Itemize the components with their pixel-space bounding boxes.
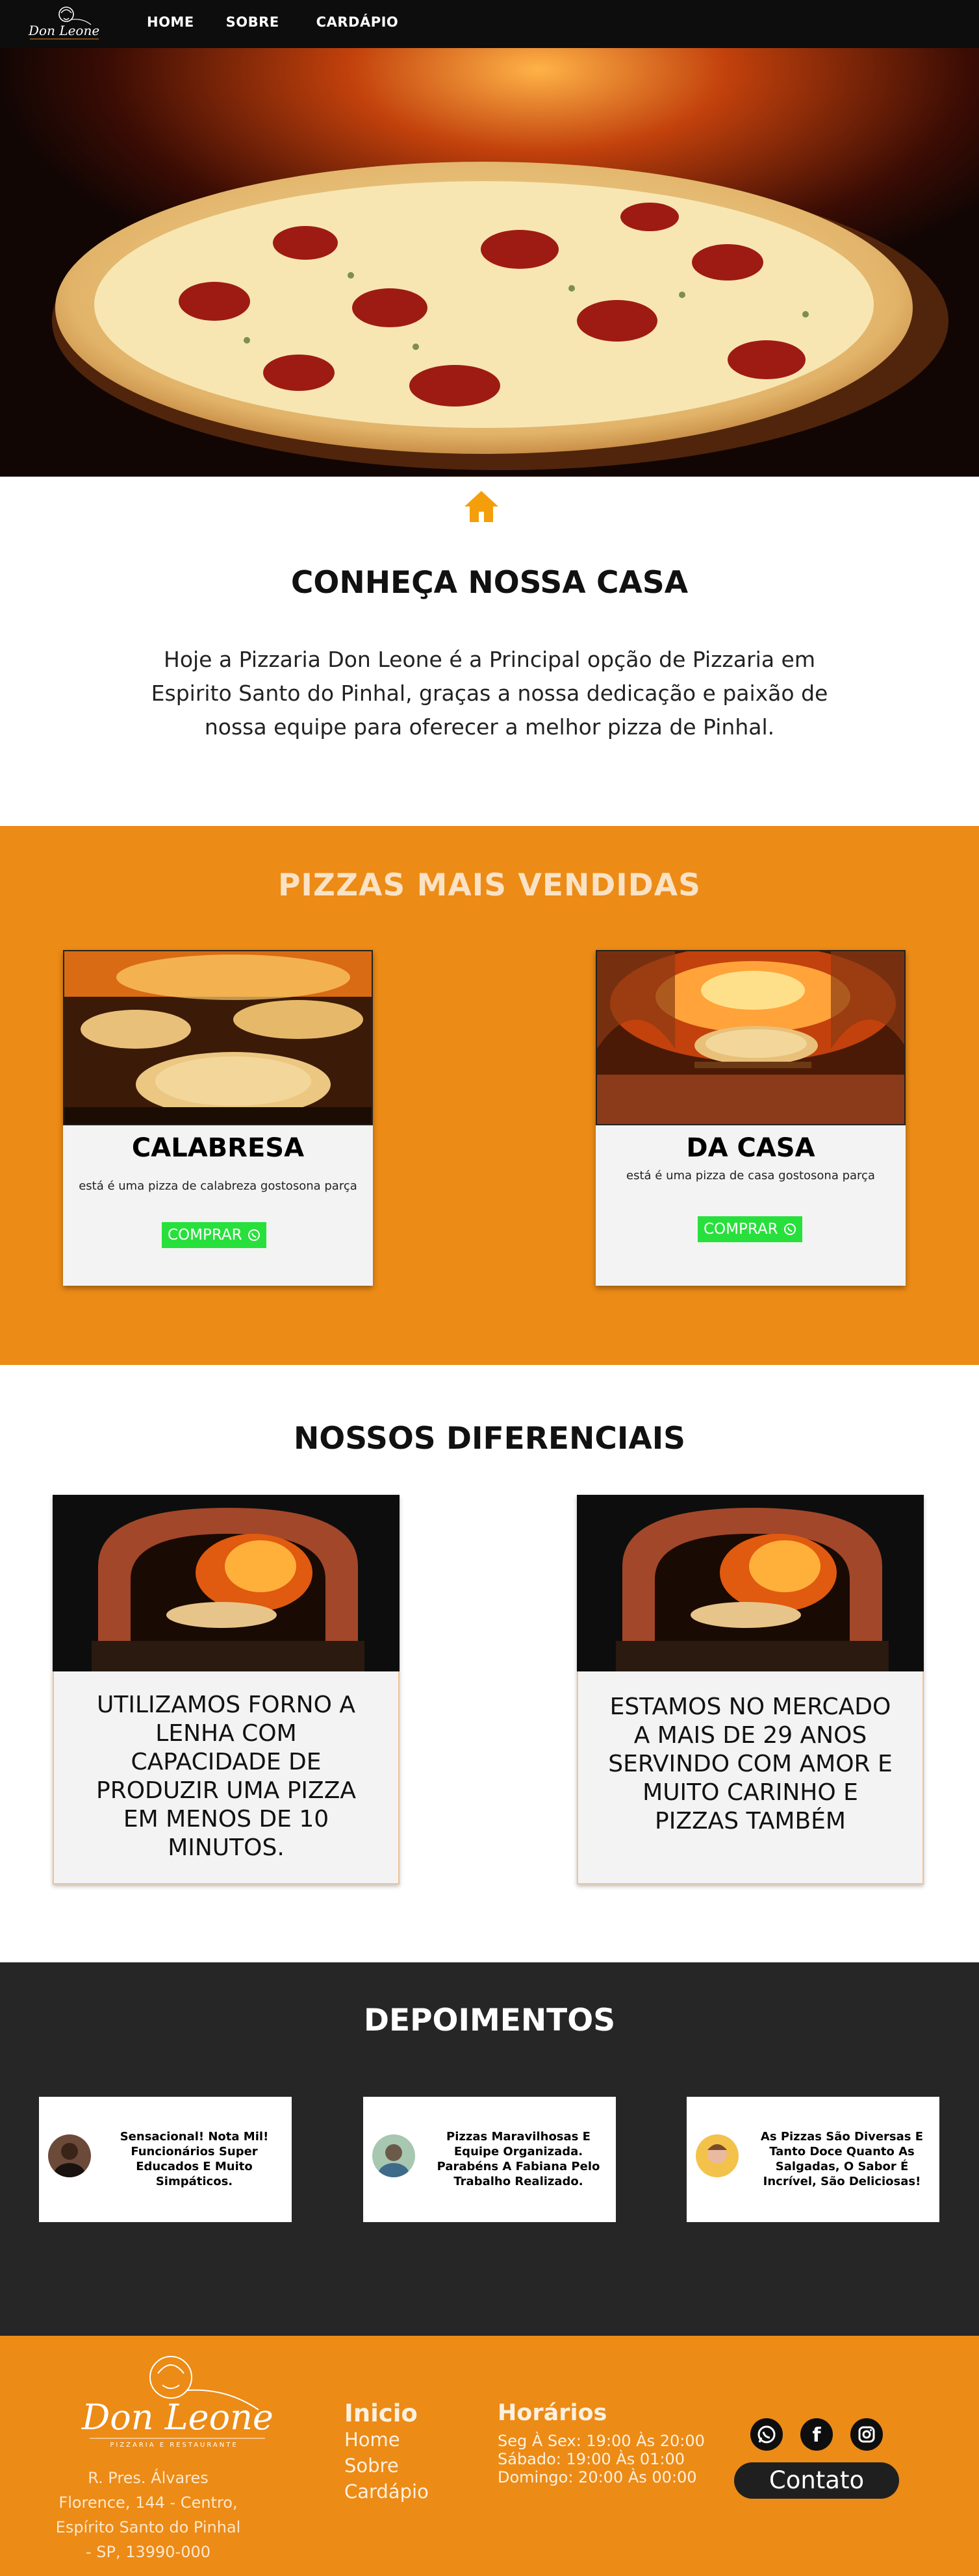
whatsapp-icon [783,1223,796,1235]
testimonial-text: Pizzas Maravilhosas E Equipe Organizada.… [437,2130,600,2188]
don-leone-logo[interactable]: Don Leone [26,4,104,44]
avatar [48,2134,91,2177]
footer-address: R. Pres. Álvares Florence, 144 - Centro,… [55,2469,241,2561]
pizza-da-casa-image [596,950,906,1125]
testimonial-card: Sensacional! Nota Mil! Funcionários Supe… [39,2097,292,2222]
testimonial-card: Pizzas Maravilhosas E Equipe Organizada.… [363,2097,616,2222]
buy-button-label: COMPRAR [704,1221,778,1238]
whatsapp-icon[interactable] [750,2418,783,2451]
footer-logo-subtitle: PIZZARIA E RESTAURANTE [110,2442,238,2449]
nav-menu: HOME SOBRE CARDÁPIO [147,14,398,30]
buy-button-label: COMPRAR [168,1227,242,1244]
footer-link-home[interactable]: Home [344,2429,400,2451]
avatar [696,2134,739,2177]
top-navbar: Don Leone HOME SOBRE CARDÁPIO [0,0,979,48]
footer-hours-title: Horários [498,2400,607,2426]
footer-logo-text: Don Leone [82,2397,273,2438]
pizza-name: CALABRESA [131,1133,305,1163]
contact-button[interactable]: Contato [734,2462,899,2499]
pizza-description: está é uma pizza de casa gostosona parça [626,1169,875,1182]
hours-sunday: Domingo: 20:00 Às 00:00 [498,2468,697,2486]
pizza-description: está é uma pizza de calabreza gostosona … [79,1179,357,1193]
svg-text:Don Leone: Don Leone [28,23,99,38]
nav-home-link[interactable]: HOME [147,14,194,30]
diferencial-text: UTILIZAMOS FORNO A LENHA COM CAPACIDADE … [96,1692,356,1861]
footer-link-cardapio[interactable]: Cardápio [344,2481,429,2503]
pizza-card-da-casa: DA CASA está é uma pizza de casa gostoso… [596,950,906,1286]
pizza-calabresa-image [63,950,373,1125]
pizza-name: DA CASA [686,1133,815,1163]
best-sellers-title: PIZZAS MAIS VENDIDAS [277,868,702,903]
depoimentos-section: DEPOIMENTOS Sensacional! Nota Mil! Funci… [0,1962,979,2336]
footer: Don Leone PIZZARIA E RESTAURANTE R. Pres… [0,2336,979,2576]
hero-pizza-image [0,48,979,477]
about-title: CONHEÇA NOSSA CASA [290,565,689,601]
diferencial-card-forno: UTILIZAMOS FORNO A LENHA COM CAPACIDADE … [53,1495,400,1884]
footer-nav-title: Inicio [344,2399,418,2427]
hours-saturday: Sábado: 19:00 Às 01:00 [498,2450,685,2468]
diferencial-card-tradicao: ESTAMOS NO MERCADO A MAIS DE 29 ANOS SER… [577,1495,924,1884]
diferencial-text: ESTAMOS NO MERCADO A MAIS DE 29 ANOS SER… [608,1694,893,1834]
whatsapp-icon [248,1229,260,1241]
facebook-icon[interactable]: f [800,2418,833,2451]
nav-cardapio-link[interactable]: CARDÁPIO [316,14,399,30]
depoimentos-title: DEPOIMENTOS [363,2003,616,2038]
about-text: Hoje a Pizzaria Don Leone é a Principal … [151,647,828,740]
diferenciais-title: NOSSOS DIFERENCIAIS [293,1421,686,1457]
instagram-icon[interactable] [850,2418,883,2451]
wood-oven-image [53,1495,400,1671]
best-sellers-section: PIZZAS MAIS VENDIDAS CALABRESA está é um… [0,826,979,1365]
avatar [372,2134,415,2177]
buy-button[interactable]: COMPRAR [698,1216,802,1242]
footer-logo[interactable]: Don Leone PIZZARIA E RESTAURANTE [77,2345,273,2455]
testimonial-text: As Pizzas São Diversas E Tanto Doce Quan… [760,2130,924,2188]
testimonial-text: Sensacional! Nota Mil! Funcionários Supe… [120,2130,269,2188]
wood-oven-image [577,1495,924,1671]
hours-weekdays: Seg À Sex: 19:00 Às 20:00 [498,2432,705,2450]
buy-button[interactable]: COMPRAR [162,1222,266,1248]
testimonial-card: As Pizzas São Diversas E Tanto Doce Quan… [687,2097,939,2222]
home-icon [464,491,498,522]
footer-link-sobre[interactable]: Sobre [344,2455,399,2477]
svg-text:f: f [812,2424,821,2447]
nav-sobre-link[interactable]: SOBRE [226,14,279,30]
pizza-card-calabresa: CALABRESA está é uma pizza de calabreza … [63,950,373,1286]
